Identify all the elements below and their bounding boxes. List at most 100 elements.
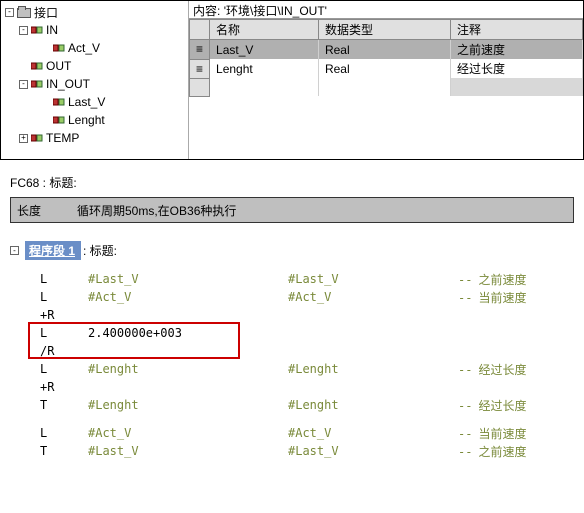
code-comment: --经过长度 xyxy=(458,397,526,414)
col-type[interactable]: 数据类型 xyxy=(318,20,450,40)
collapse-icon[interactable]: - xyxy=(5,8,14,17)
grid-corner xyxy=(190,20,210,40)
tree-label: TEMP xyxy=(46,131,79,145)
spacer xyxy=(41,44,50,53)
code-line[interactable]: T#Lenght#Lenght--经过长度 xyxy=(10,396,574,414)
path-label: 内容: xyxy=(193,4,220,18)
code-comment: --之前速度 xyxy=(458,443,526,460)
code-line[interactable]: L#Last_V#Last_V--之前速度 xyxy=(10,270,574,288)
code-line[interactable]: +R xyxy=(10,378,574,396)
code-arg: #Lenght xyxy=(88,362,288,376)
cell-type[interactable]: Real xyxy=(318,59,450,78)
var-icon xyxy=(53,97,65,107)
table-row[interactable] xyxy=(190,78,583,96)
interface-tree[interactable]: - 接口 - IN Act_V OUT - IN_OUT xyxy=(1,1,189,159)
code-line[interactable]: L#Act_V#Act_V--当前速度 xyxy=(10,424,574,442)
code-arg: 2.400000e+003 xyxy=(88,326,288,340)
collapse-icon[interactable]: - xyxy=(19,26,28,35)
code-line[interactable]: +R xyxy=(10,306,574,324)
code-symbol: #Lenght xyxy=(288,362,458,376)
tree-node-out[interactable]: OUT xyxy=(1,57,188,75)
cell-name[interactable]: Lenght xyxy=(210,59,319,78)
code-line[interactable]: L#Act_V#Act_V--当前速度 xyxy=(10,288,574,306)
var-group-icon xyxy=(31,79,43,89)
cell-name[interactable]: Last_V xyxy=(210,40,319,60)
code-op: L xyxy=(40,426,88,440)
tree-label: Lenght xyxy=(68,113,105,127)
desc-label: 长度 xyxy=(17,202,77,219)
cell-name[interactable] xyxy=(210,78,319,96)
col-comment[interactable]: 注释 xyxy=(450,20,582,40)
collapse-icon[interactable]: - xyxy=(10,246,19,255)
var-group-icon xyxy=(31,25,43,35)
description-box: 长度 循环周期50ms,在OB36种执行 xyxy=(10,197,574,223)
tree-label: OUT xyxy=(46,59,71,73)
code-op: L xyxy=(40,326,88,340)
fc-title: FC68 : 标题: xyxy=(10,174,574,191)
tree-root[interactable]: - 接口 xyxy=(1,3,188,21)
cell-type[interactable] xyxy=(318,78,450,96)
var-group-icon xyxy=(31,133,43,143)
grid-header-row: 名称 数据类型 注释 xyxy=(190,20,583,40)
table-row[interactable]: ≡ Lenght Real 经过长度 xyxy=(190,59,583,78)
tree-node-in[interactable]: - IN xyxy=(1,21,188,39)
breadcrumb: 内容: '环境\接口\IN_OUT' xyxy=(189,1,583,19)
code-symbol: #Lenght xyxy=(288,398,458,412)
var-group-icon xyxy=(31,61,43,71)
expand-icon[interactable]: + xyxy=(19,134,28,143)
path-value: '环境\接口\IN_OUT' xyxy=(224,4,327,18)
tree-label: IN_OUT xyxy=(46,77,90,91)
code-arg: #Lenght xyxy=(88,398,288,412)
code-line[interactable]: /R xyxy=(10,342,574,360)
code-op: T xyxy=(40,398,88,412)
folder-icon xyxy=(17,8,31,18)
tree-leaf[interactable]: Act_V xyxy=(1,39,188,57)
var-icon xyxy=(53,115,65,125)
code-line[interactable]: L2.400000e+003 xyxy=(10,324,574,342)
cell-type[interactable]: Real xyxy=(318,40,450,60)
code-arg: #Last_V xyxy=(88,272,288,286)
row-marker[interactable]: ≡ xyxy=(190,40,210,60)
cell-comment[interactable] xyxy=(450,78,582,96)
tree-leaf[interactable]: Lenght xyxy=(1,111,188,129)
segment-header[interactable]: - 程序段 1 : 标题: xyxy=(10,241,574,260)
code-symbol: #Last_V xyxy=(288,272,458,286)
code-op: /R xyxy=(40,344,88,358)
tree-root-label: 接口 xyxy=(34,4,58,21)
cell-comment[interactable]: 之前速度 xyxy=(450,40,582,60)
code-symbol: #Act_V xyxy=(288,426,458,440)
segment-suffix: : 标题: xyxy=(83,242,117,259)
tree-label: IN xyxy=(46,23,58,37)
spacer xyxy=(41,116,50,125)
tree-label: Act_V xyxy=(68,41,100,55)
row-marker[interactable]: ≡ xyxy=(190,59,210,78)
tree-leaf[interactable]: Last_V xyxy=(1,93,188,111)
var-icon xyxy=(53,43,65,53)
code-comment: --当前速度 xyxy=(458,425,526,442)
tree-label: Last_V xyxy=(68,95,105,109)
cell-comment[interactable]: 经过长度 xyxy=(450,59,582,78)
spacer xyxy=(19,62,28,71)
spacer xyxy=(41,98,50,107)
code-arg: #Last_V xyxy=(88,444,288,458)
code-op: +R xyxy=(40,380,88,394)
code-symbol: #Act_V xyxy=(288,290,458,304)
tree-node-temp[interactable]: + TEMP xyxy=(1,129,188,147)
table-row[interactable]: ≡ Last_V Real 之前速度 xyxy=(190,40,583,60)
collapse-icon[interactable]: - xyxy=(19,80,28,89)
code-line[interactable]: L#Lenght#Lenght--经过长度 xyxy=(10,360,574,378)
code-arg: #Act_V xyxy=(88,426,288,440)
code-comment: --之前速度 xyxy=(458,271,526,288)
code-op: T xyxy=(40,444,88,458)
code-line[interactable]: T#Last_V#Last_V--之前速度 xyxy=(10,442,574,460)
tree-node-inout[interactable]: - IN_OUT xyxy=(1,75,188,93)
segment-badge[interactable]: 程序段 1 xyxy=(25,241,81,260)
col-name[interactable]: 名称 xyxy=(210,20,319,40)
variable-grid[interactable]: 名称 数据类型 注释 ≡ Last_V Real 之前速度 ≡ Lenght R… xyxy=(189,19,583,159)
code-op: +R xyxy=(40,308,88,322)
row-marker[interactable] xyxy=(190,78,210,96)
code-comment: --当前速度 xyxy=(458,289,526,306)
code-op: L xyxy=(40,362,88,376)
code-area[interactable]: L#Last_V#Last_V--之前速度L#Act_V#Act_V--当前速度… xyxy=(10,270,574,460)
code-op: L xyxy=(40,272,88,286)
